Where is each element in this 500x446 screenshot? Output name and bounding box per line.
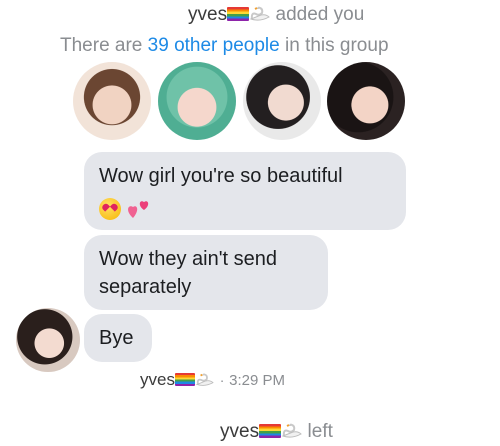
sender-name[interactable]: yves bbox=[140, 370, 175, 389]
group-info-prefix: There are bbox=[60, 35, 148, 56]
sender-avatar[interactable] bbox=[16, 308, 80, 372]
group-member-avatar-4[interactable] bbox=[327, 62, 405, 140]
rainbow-flag-icon bbox=[227, 7, 250, 21]
rainbow-flag-icon bbox=[259, 424, 282, 438]
message-emoji bbox=[99, 196, 151, 224]
heart-eyes-emoji-icon bbox=[99, 198, 121, 220]
left-text: left bbox=[307, 421, 333, 442]
swan-icon bbox=[249, 6, 270, 21]
left-notice: yves left bbox=[220, 421, 333, 443]
swan-icon bbox=[281, 423, 302, 438]
message-bubble[interactable]: Bye bbox=[84, 314, 152, 362]
group-member-avatar-3[interactable] bbox=[243, 62, 321, 140]
meta-separator: · bbox=[219, 372, 225, 388]
message-text: Wow girl you're so beautiful bbox=[99, 165, 343, 187]
message-bubble[interactable]: Wow girl you're so beautiful bbox=[84, 152, 406, 230]
group-info-suffix: in this group bbox=[279, 35, 389, 56]
rainbow-flag-icon bbox=[174, 373, 195, 386]
other-people-link[interactable]: 39 other people bbox=[148, 35, 280, 56]
left-user-name[interactable]: yves bbox=[220, 421, 259, 442]
two-hearts-icon bbox=[127, 201, 148, 218]
group-member-avatar-1[interactable] bbox=[73, 62, 151, 140]
message-bubble[interactable]: Wow they ain't send separately bbox=[84, 235, 328, 310]
added-by-name[interactable]: yves bbox=[188, 4, 227, 25]
message-text: separately bbox=[99, 276, 192, 298]
group-member-avatar-2[interactable] bbox=[158, 62, 236, 140]
message-meta: yves · 3:29 PM bbox=[140, 370, 285, 390]
message-time: 3:29 PM bbox=[229, 372, 285, 389]
message-text: Wow they ain't send bbox=[99, 248, 277, 270]
swan-icon bbox=[195, 373, 214, 386]
added-notice: yves added you bbox=[188, 4, 364, 26]
group-info: There are 39 other people in this group bbox=[60, 35, 389, 57]
message-text: Bye bbox=[99, 327, 134, 349]
added-text: added you bbox=[275, 4, 365, 25]
